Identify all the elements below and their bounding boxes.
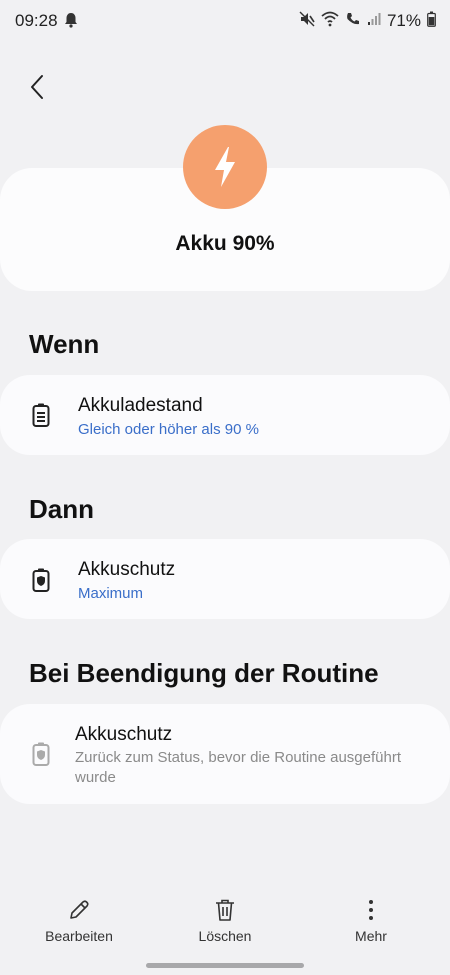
bell-icon [64, 12, 78, 33]
pencil-icon [70, 900, 89, 919]
section-heading-dann: Dann [29, 494, 94, 524]
battery-icon [427, 11, 436, 32]
battery-level-icon [32, 403, 50, 432]
end-action-value: Zurück zum Status, bevor die Routine aus… [75, 749, 402, 786]
more-button[interactable]: Mehr [311, 898, 431, 944]
edit-button[interactable]: Bearbeiten [19, 898, 139, 944]
wifi-icon [321, 11, 339, 32]
routine-title: Akku 90% [175, 232, 275, 255]
edit-label: Bearbeiten [45, 928, 113, 944]
section-heading-wenn: Wenn [29, 329, 100, 359]
more-vertical-icon [369, 900, 373, 920]
signal-icon [367, 12, 381, 31]
condition-title: Akkuladestand [78, 395, 203, 416]
trash-icon [216, 899, 234, 921]
home-indicator[interactable] [146, 963, 304, 968]
chevron-left-icon [31, 75, 43, 99]
wifi-call-icon [345, 11, 361, 32]
lightning-bolt-icon [215, 147, 235, 187]
routine-detail-screen: 09:28 71% Akku 90% Wenn Akkuladestand Gl… [0, 0, 450, 975]
end-action-card: Akkuschutz Zurück zum Status, bevor die … [0, 704, 450, 804]
condition-card[interactable]: Akkuladestand Gleich oder höher als 90 % [0, 375, 450, 455]
section-heading-ende: Bei Beendigung der Routine [29, 658, 379, 688]
battery-percent: 71% [386, 11, 421, 30]
action-value: Maximum [78, 585, 144, 602]
status-time: 09:28 [15, 11, 58, 30]
back-button[interactable] [20, 70, 54, 104]
end-action-title: Akkuschutz [75, 724, 173, 745]
delete-button[interactable]: Löschen [165, 898, 285, 944]
mute-icon [299, 11, 315, 32]
action-title: Akkuschutz [78, 559, 176, 580]
routine-icon-circle [183, 125, 267, 209]
more-label: Mehr [355, 928, 387, 944]
status-icons: 71% [299, 10, 436, 32]
battery-protect-icon [32, 568, 50, 597]
status-bar: 09:28 71% [0, 0, 450, 44]
condition-value: Gleich oder höher als 90 % [78, 421, 259, 438]
battery-protect-icon [32, 742, 50, 771]
action-card[interactable]: Akkuschutz Maximum [0, 539, 450, 619]
delete-label: Löschen [198, 928, 252, 944]
